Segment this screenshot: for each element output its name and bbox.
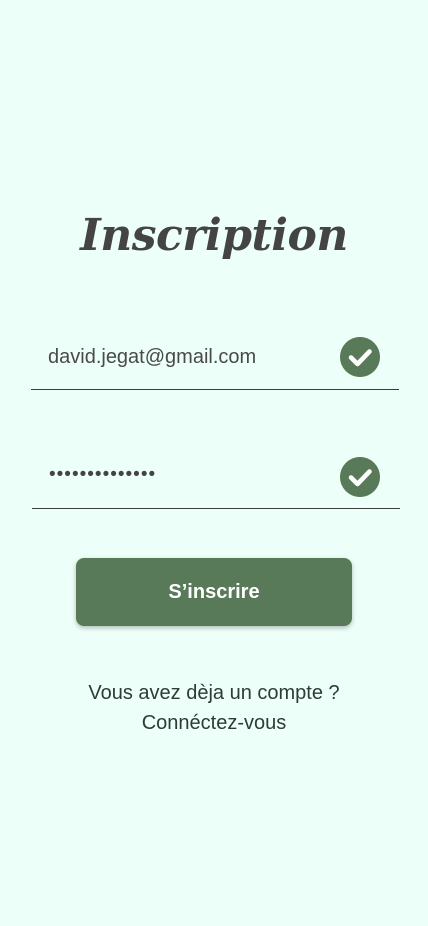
login-prompt: Vous avez dèja un compte ? Connéctez-vou… (0, 678, 428, 738)
login-link[interactable]: Connéctez-vous (0, 708, 428, 738)
email-field[interactable]: david.jegat@gmail.com (31, 330, 399, 390)
password-field[interactable]: •••••••••••••• (32, 449, 400, 509)
password-value[interactable]: •••••••••••••• (49, 460, 156, 490)
signup-button[interactable]: S’inscrire (76, 558, 352, 626)
check-circle-icon (340, 337, 380, 377)
email-value[interactable]: david.jegat@gmail.com (48, 342, 256, 372)
login-prompt-text: Vous avez dèja un compte ? (88, 682, 340, 704)
check-circle-icon (340, 457, 380, 497)
page-title: Inscription (80, 210, 348, 261)
